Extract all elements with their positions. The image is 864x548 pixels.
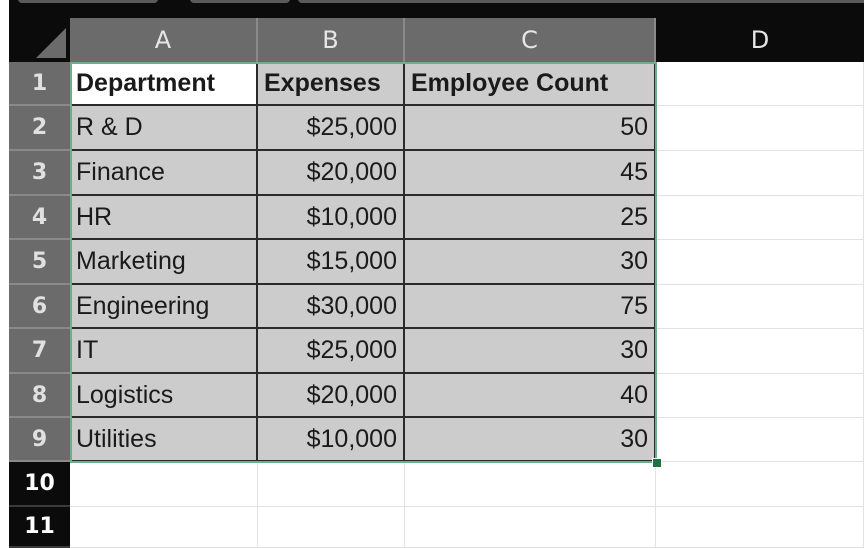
column-header-b[interactable]: B: [258, 18, 405, 62]
cell-a9[interactable]: Utilities: [70, 418, 258, 462]
toolbar-strip: [9, 0, 864, 18]
select-all-button[interactable]: [9, 18, 70, 62]
row-header-10[interactable]: 10: [9, 462, 70, 507]
cell-b8[interactable]: $20,000: [258, 374, 405, 418]
cell-a7[interactable]: IT: [70, 329, 258, 374]
cell-c1[interactable]: Employee Count: [405, 62, 656, 106]
cell-c2[interactable]: 50: [405, 106, 656, 151]
row-header-9[interactable]: 9: [9, 418, 70, 462]
cell-c8[interactable]: 40: [405, 374, 656, 418]
select-all-triangle-icon: [36, 28, 66, 58]
cell-b4[interactable]: $10,000: [258, 196, 405, 240]
cell-a4[interactable]: HR: [70, 196, 258, 240]
row-header-4[interactable]: 4: [9, 196, 70, 240]
cell-c4[interactable]: 25: [405, 196, 656, 240]
row-header-11[interactable]: 11: [9, 507, 70, 548]
cell-c10[interactable]: [405, 462, 656, 507]
cell-d3[interactable]: [656, 151, 864, 196]
cell-d10[interactable]: [656, 462, 864, 507]
cell-d9[interactable]: [656, 418, 864, 462]
cell-c6[interactable]: 75: [405, 285, 656, 329]
cell-a10[interactable]: [70, 462, 258, 507]
formula-bar[interactable]: [298, 0, 864, 3]
cell-a8[interactable]: Logistics: [70, 374, 258, 418]
cell-b9[interactable]: $10,000: [258, 418, 405, 462]
fill-handle[interactable]: [652, 458, 662, 468]
formula-controls[interactable]: [190, 0, 290, 3]
cell-c5[interactable]: 30: [405, 240, 656, 285]
cell-b6[interactable]: $30,000: [258, 285, 405, 329]
cell-b3[interactable]: $20,000: [258, 151, 405, 196]
row-header-5[interactable]: 5: [9, 240, 70, 285]
row-header-2[interactable]: 2: [9, 106, 70, 151]
row-header-7[interactable]: 7: [9, 329, 70, 374]
row-header-6[interactable]: 6: [9, 285, 70, 329]
cell-d4[interactable]: [656, 196, 864, 240]
row-header-3[interactable]: 3: [9, 151, 70, 196]
name-box[interactable]: [18, 0, 158, 3]
column-header-a[interactable]: A: [70, 18, 258, 62]
cell-d8[interactable]: [656, 374, 864, 418]
cell-b11[interactable]: [258, 507, 405, 548]
column-header-c[interactable]: C: [405, 18, 656, 62]
column-header-d[interactable]: D: [656, 18, 864, 62]
cell-d11[interactable]: [656, 507, 864, 548]
cell-b10[interactable]: [258, 462, 405, 507]
cell-a2[interactable]: R & D: [70, 106, 258, 151]
cell-c9[interactable]: 30: [405, 418, 656, 462]
cell-b2[interactable]: $25,000: [258, 106, 405, 151]
cell-a5[interactable]: Marketing: [70, 240, 258, 285]
cell-d5[interactable]: [656, 240, 864, 285]
cell-a3[interactable]: Finance: [70, 151, 258, 196]
cell-c11[interactable]: [405, 507, 656, 548]
cell-a1[interactable]: Department: [70, 62, 258, 106]
window-edge: [0, 0, 9, 548]
cell-d2[interactable]: [656, 106, 864, 151]
cell-a6[interactable]: Engineering: [70, 285, 258, 329]
row-header-8[interactable]: 8: [9, 374, 70, 418]
row-header-1[interactable]: 1: [9, 62, 70, 106]
cell-b1[interactable]: Expenses: [258, 62, 405, 106]
cell-b5[interactable]: $15,000: [258, 240, 405, 285]
spreadsheet-grid: A B C D 1 2 3 4 5 6 7 8 9 10 11 Department Expenses Emplo…: [9, 18, 864, 548]
cell-d6[interactable]: [656, 285, 864, 329]
cell-d1[interactable]: [656, 62, 864, 106]
cell-c7[interactable]: 30: [405, 329, 656, 374]
cell-b7[interactable]: $25,000: [258, 329, 405, 374]
cell-c3[interactable]: 45: [405, 151, 656, 196]
cell-a11[interactable]: [70, 507, 258, 548]
cell-d7[interactable]: [656, 329, 864, 374]
